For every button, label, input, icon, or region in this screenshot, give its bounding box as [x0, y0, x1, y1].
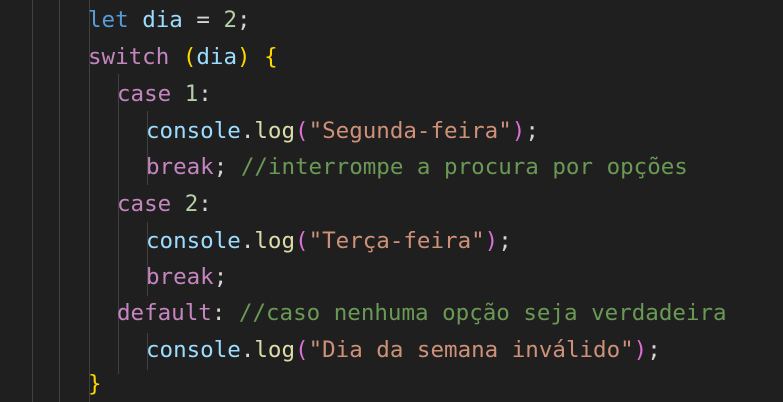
code-token: break	[146, 264, 214, 290]
code-token: console	[146, 337, 241, 363]
code-line[interactable]: switch (dia) {	[88, 39, 278, 76]
code-line[interactable]: break; //interrompe a procura por opções	[146, 149, 688, 186]
code-token: )	[633, 337, 648, 363]
code-token: default	[117, 300, 212, 326]
code-token: :	[198, 191, 212, 217]
code-line[interactable]: console.log("Segunda-feira");	[146, 113, 539, 150]
code-token: log	[254, 228, 296, 254]
code-token: :	[211, 300, 239, 326]
code-token: "Terça-feira"	[308, 228, 485, 254]
code-token: switch	[88, 44, 170, 70]
code-line[interactable]: default: //caso nenhuma opção seja verda…	[117, 295, 727, 332]
code-token: .	[240, 118, 255, 144]
code-line[interactable]: console.log("Terça-feira");	[146, 223, 512, 260]
code-token: (	[182, 44, 197, 70]
code-token: {	[264, 44, 278, 70]
code-token: log	[254, 337, 296, 363]
code-token: log	[254, 118, 296, 144]
code-line[interactable]: console.log("Dia da semana inválido");	[146, 332, 661, 369]
code-token: 2	[223, 7, 238, 33]
code-token: )	[484, 228, 499, 254]
code-token: ;	[525, 118, 539, 144]
code-token: ;	[647, 337, 661, 363]
code-token: 2	[184, 191, 199, 217]
code-token: case	[117, 191, 172, 217]
code-token: break	[146, 154, 214, 180]
code-token: }	[88, 371, 102, 397]
code-token: let	[88, 7, 129, 33]
code-token: =	[182, 7, 224, 33]
code-token: "Dia da semana inválido"	[308, 337, 634, 363]
code-token: console	[146, 118, 241, 144]
code-line[interactable]: case 2:	[117, 186, 212, 223]
indent-guide	[59, 0, 60, 402]
code-line[interactable]: let dia = 2;	[88, 2, 251, 39]
code-editor[interactable]: let dia = 2; switch (dia) { case 1: cons…	[0, 0, 783, 402]
code-token: (	[295, 228, 309, 254]
code-token: ;	[213, 264, 228, 290]
code-line[interactable]: case 1:	[117, 76, 212, 113]
code-token: //interrompe a procura por opções	[240, 154, 688, 180]
code-token: (	[295, 118, 309, 144]
code-token: 1	[184, 81, 199, 107]
code-token: case	[117, 81, 172, 107]
code-token: dia	[196, 44, 238, 70]
code-token: "Segunda-feira"	[308, 118, 512, 144]
code-token: .	[240, 337, 255, 363]
code-token: )	[237, 44, 251, 70]
code-token: ;	[237, 7, 251, 33]
code-token: :	[198, 81, 212, 107]
code-token: )	[511, 118, 526, 144]
code-line[interactable]: break;	[146, 259, 227, 296]
code-token: (	[295, 337, 309, 363]
code-token: dia	[142, 7, 183, 33]
code-token: ;	[498, 228, 512, 254]
code-line[interactable]: }	[88, 366, 102, 402]
indent-guide	[32, 0, 33, 402]
code-token: console	[146, 228, 241, 254]
code-token: //caso nenhuma opção seja verdadeira	[238, 300, 727, 326]
code-token: ;	[213, 154, 241, 180]
code-token: .	[240, 228, 255, 254]
